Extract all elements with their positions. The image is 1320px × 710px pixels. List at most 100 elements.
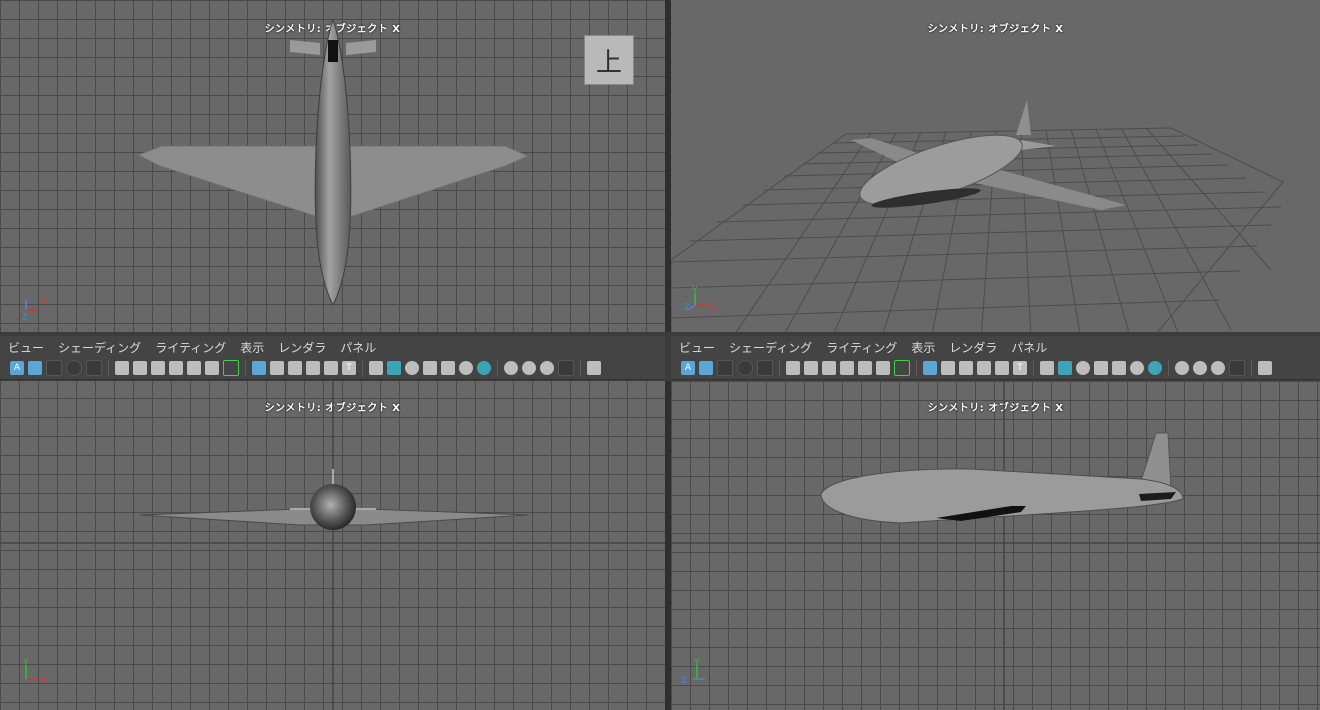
pan-zoom-icon[interactable]	[205, 360, 219, 375]
grease-pencil-icon[interactable]	[894, 359, 910, 376]
camera-lock-icon[interactable]	[822, 360, 836, 375]
menu-shading[interactable]: シェーディング	[58, 339, 141, 356]
safe-action-icon[interactable]: T	[1013, 360, 1027, 375]
motion-blur-icon[interactable]	[1193, 360, 1207, 375]
menu-panels[interactable]: パネル	[1011, 339, 1047, 356]
flat-shade-icon[interactable]	[405, 360, 419, 375]
safe-action-icon[interactable]: T	[342, 360, 356, 375]
select-camera-icon[interactable]: A	[10, 360, 24, 375]
bookmarks-icon[interactable]	[46, 359, 62, 376]
flat-shade-icon[interactable]	[1076, 360, 1090, 375]
menu-lighting[interactable]: ライティング	[826, 339, 897, 356]
panel-toolbar-right: A T	[671, 356, 1320, 380]
lights-icon[interactable]	[459, 360, 473, 375]
2d-pan-zoom-icon[interactable]	[757, 359, 773, 376]
select-camera-icon[interactable]: A	[681, 360, 695, 375]
airplane-top-view[interactable]	[0, 0, 665, 332]
toolbar-separator	[497, 359, 498, 376]
isolate-select-icon[interactable]	[587, 360, 601, 375]
pencil-icon[interactable]	[858, 360, 872, 375]
viewport-perspective[interactable]: シンメトリ: オブジェクト X X Y Z	[671, 0, 1320, 332]
anti-aliasing-icon[interactable]	[1211, 360, 1225, 375]
resolution-gate-icon[interactable]	[288, 360, 302, 375]
svg-text:X: X	[709, 302, 715, 312]
maya-four-view-layout: シンメトリ: オブジェクト X 上 X Z シンメトリ: オブジェクト X X …	[0, 0, 1320, 710]
pan-zoom-icon[interactable]	[876, 360, 890, 375]
airplane-side-view[interactable]	[671, 381, 1320, 710]
bounding-box-icon[interactable]	[1094, 360, 1108, 375]
smooth-shade-icon[interactable]	[387, 360, 401, 375]
toolbar-separator	[580, 359, 581, 376]
bounding-box-icon[interactable]	[423, 360, 437, 375]
ambient-occlusion-icon[interactable]	[504, 360, 518, 375]
menu-show[interactable]: 表示	[240, 339, 264, 356]
wireframe-icon[interactable]	[1040, 360, 1054, 375]
wireframe-icon[interactable]	[369, 360, 383, 375]
menu-shading[interactable]: シェーディング	[729, 339, 812, 356]
menu-view[interactable]: ビュー	[679, 339, 715, 356]
perspective-grid	[671, 100, 1284, 332]
panel-toolbar-left: A T	[0, 356, 665, 380]
anti-aliasing-icon[interactable]	[540, 360, 554, 375]
axis-gizmo-front: X Y	[22, 658, 46, 686]
pencil-icon[interactable]	[187, 360, 201, 375]
field-chart-icon[interactable]	[995, 360, 1009, 375]
svg-text:Z: Z	[681, 676, 687, 686]
menu-lighting[interactable]: ライティング	[155, 339, 226, 356]
toolbar-separator	[362, 359, 363, 376]
grease-pencil-icon[interactable]	[223, 359, 239, 376]
camera-icon[interactable]	[786, 360, 800, 375]
motion-blur-icon[interactable]	[522, 360, 536, 375]
resolution-gate-icon[interactable]	[959, 360, 973, 375]
camera-film-icon[interactable]	[133, 360, 147, 375]
depth-of-field-icon[interactable]	[1229, 359, 1245, 376]
textured-icon[interactable]	[441, 360, 455, 375]
viewport-front[interactable]: シンメトリ: オブジェクト X X Y	[0, 381, 665, 710]
textured-icon[interactable]	[1112, 360, 1126, 375]
bookmark-icon[interactable]	[169, 360, 183, 375]
viewport-side[interactable]: シンメトリ: オブジェクト X Z Y	[671, 381, 1320, 710]
menu-renderer[interactable]: レンダラ	[278, 339, 326, 356]
axis-gizmo-side: Z Y	[681, 658, 705, 686]
svg-text:Y: Y	[22, 658, 29, 668]
menu-view[interactable]: ビュー	[8, 339, 44, 356]
menu-panels[interactable]: パネル	[340, 339, 376, 356]
shadows-icon[interactable]	[1148, 360, 1162, 375]
svg-text:Y: Y	[691, 286, 698, 296]
axis-gizmo-top: X Z	[22, 297, 46, 323]
toolbar-separator	[245, 359, 246, 376]
gate-mask-icon[interactable]	[977, 360, 991, 375]
viewport-top[interactable]: シンメトリ: オブジェクト X 上 X Z	[0, 0, 665, 332]
grid-icon[interactable]	[252, 360, 266, 375]
camera-icon[interactable]	[115, 360, 129, 375]
bookmark-icon[interactable]	[840, 360, 854, 375]
isolate-select-icon[interactable]	[1258, 360, 1272, 375]
axis-z-label: Z	[22, 313, 28, 323]
menu-show[interactable]: 表示	[911, 339, 935, 356]
panel-menu-bar-left: ビュー シェーディング ライティング 表示 レンダラ パネル	[0, 336, 665, 358]
bookmarks-icon[interactable]	[717, 359, 733, 376]
depth-of-field-icon[interactable]	[558, 359, 574, 376]
grid-icon[interactable]	[923, 360, 937, 375]
lights-icon[interactable]	[1130, 360, 1144, 375]
ambient-occlusion-icon[interactable]	[1175, 360, 1189, 375]
camera-attributes-icon[interactable]	[699, 360, 713, 375]
toolbar-separator	[1168, 359, 1169, 376]
panel-menu-bar-right: ビュー シェーディング ライティング 表示 レンダラ パネル	[671, 336, 1320, 358]
airplane-front-view[interactable]	[0, 381, 665, 710]
image-plane-icon[interactable]	[66, 359, 82, 376]
shadows-icon[interactable]	[477, 360, 491, 375]
menu-renderer[interactable]: レンダラ	[949, 339, 997, 356]
film-gate-icon[interactable]	[941, 360, 955, 375]
camera-film-icon[interactable]	[804, 360, 818, 375]
film-gate-icon[interactable]	[270, 360, 284, 375]
gate-mask-icon[interactable]	[306, 360, 320, 375]
svg-text:Z: Z	[684, 303, 690, 313]
smooth-shade-icon[interactable]	[1058, 360, 1072, 375]
camera-attributes-icon[interactable]	[28, 360, 42, 375]
axis-x-label: X	[40, 297, 46, 307]
image-plane-icon[interactable]	[737, 359, 753, 376]
camera-lock-icon[interactable]	[151, 360, 165, 375]
field-chart-icon[interactable]	[324, 360, 338, 375]
2d-pan-zoom-icon[interactable]	[86, 359, 102, 376]
